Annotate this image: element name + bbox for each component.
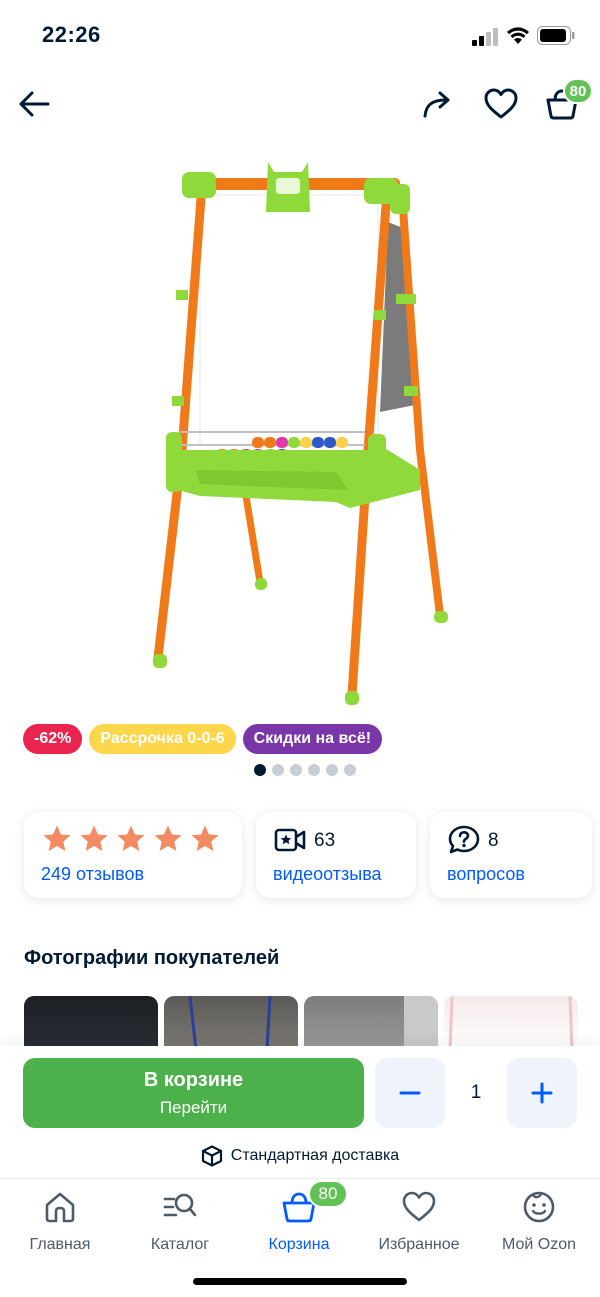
tab-catalog-label: Каталог <box>150 1236 210 1253</box>
rating-card[interactable]: 249 отзывов <box>24 812 242 898</box>
discount-badge: -62% <box>23 724 83 754</box>
video-reviews-card[interactable]: 63 видеоотзыва <box>256 812 416 898</box>
buyer-photos-carousel[interactable] <box>24 996 600 1050</box>
video-reviews-link[interactable]: видеоотзыва <box>273 864 382 885</box>
sale-badge[interactable]: Скидки на всё! <box>242 724 383 754</box>
gallery-dot-active <box>254 764 266 776</box>
increase-quantity-button[interactable] <box>507 1058 577 1128</box>
gallery-dot <box>272 764 284 776</box>
questions-card[interactable]: 8 вопросов <box>430 812 592 898</box>
gallery-pagination[interactable] <box>254 764 356 776</box>
tab-home-label: Главная <box>29 1236 91 1253</box>
video-review-icon <box>274 828 306 852</box>
question-bubble-icon <box>448 825 480 854</box>
product-image[interactable] <box>140 150 460 710</box>
delivery-info[interactable]: Стандартная доставка <box>0 1145 600 1167</box>
in-cart-button[interactable]: В корзине Перейти <box>23 1058 364 1128</box>
buyer-photo[interactable] <box>24 996 158 1050</box>
tab-favorites[interactable]: Избранное <box>359 1187 479 1257</box>
box-icon <box>201 1145 222 1167</box>
questions-link[interactable]: вопросов <box>447 864 525 885</box>
easel-corner-left <box>182 172 216 198</box>
go-to-cart-label: Перейти <box>159 1098 228 1117</box>
star-icon <box>154 825 182 851</box>
tab-favorites-label: Избранное <box>378 1236 460 1253</box>
video-review-count: 63 <box>314 830 336 851</box>
star-icon <box>117 825 145 851</box>
minus-icon <box>399 1091 421 1095</box>
cart-count-badge: 80 <box>563 78 593 104</box>
easel-left-leg <box>153 180 207 663</box>
share-icon[interactable] <box>420 86 456 122</box>
star-icon <box>43 825 71 851</box>
heart-icon <box>402 1191 436 1222</box>
buyer-photos-title: Фотографии покупателей <box>24 947 280 969</box>
installment-badge[interactable]: Рассрочка 0-0-6 <box>89 724 236 754</box>
battery-icon <box>537 26 575 45</box>
gallery-dot <box>308 764 320 776</box>
questions-count: 8 <box>488 830 499 851</box>
star-icon <box>191 825 219 851</box>
wifi-icon <box>507 27 529 44</box>
promo-badges: -62% Рассрочка 0-0-6 Скидки на всё! <box>23 724 383 754</box>
home-indicator <box>193 1278 407 1285</box>
reviews-link[interactable]: 249 отзывов <box>41 864 144 885</box>
tab-home[interactable]: Главная <box>0 1187 120 1257</box>
cellular-signal-icon <box>472 28 498 46</box>
in-cart-title: В корзине <box>143 1069 244 1091</box>
easel-foot <box>153 654 167 668</box>
delivery-label: Стандартная доставка <box>230 1147 400 1164</box>
status-bar: 22:26 <box>0 0 600 70</box>
decrease-quantity-button[interactable] <box>375 1058 445 1128</box>
rating-stars <box>42 824 220 854</box>
buyer-photo[interactable] <box>444 996 578 1050</box>
heart-icon[interactable] <box>483 86 519 122</box>
star-icon <box>80 825 108 851</box>
easel-back-leg-left <box>241 486 264 586</box>
tab-profile[interactable]: Мой Ozon <box>479 1187 599 1257</box>
cart-tab-badge: 80 <box>308 1180 348 1208</box>
back-arrow-icon[interactable] <box>16 86 52 122</box>
tab-profile-label: Мой Ozon <box>501 1236 577 1253</box>
catalog-icon <box>163 1193 197 1217</box>
product-stats: 249 отзывов 63 видеоотзыва 8 вопросов <box>24 812 592 898</box>
home-icon <box>45 1192 75 1223</box>
tab-cart-label: Корзина <box>268 1236 330 1253</box>
tab-catalog[interactable]: Каталог <box>120 1187 240 1257</box>
top-nav <box>0 78 600 134</box>
gallery-dot <box>326 764 338 776</box>
purchase-panel: В корзине Перейти 1 Стандартная доставка <box>0 1046 600 1180</box>
status-time: 22:26 <box>42 22 101 47</box>
gallery-dot <box>290 764 302 776</box>
quantity-value: 1 <box>470 1082 482 1103</box>
buyer-photo[interactable] <box>164 996 298 1050</box>
gallery-dot <box>344 764 356 776</box>
easel-front-board <box>199 194 379 446</box>
profile-icon <box>523 1191 555 1223</box>
buyer-photo[interactable] <box>304 996 438 1050</box>
plus-icon <box>531 1082 553 1104</box>
